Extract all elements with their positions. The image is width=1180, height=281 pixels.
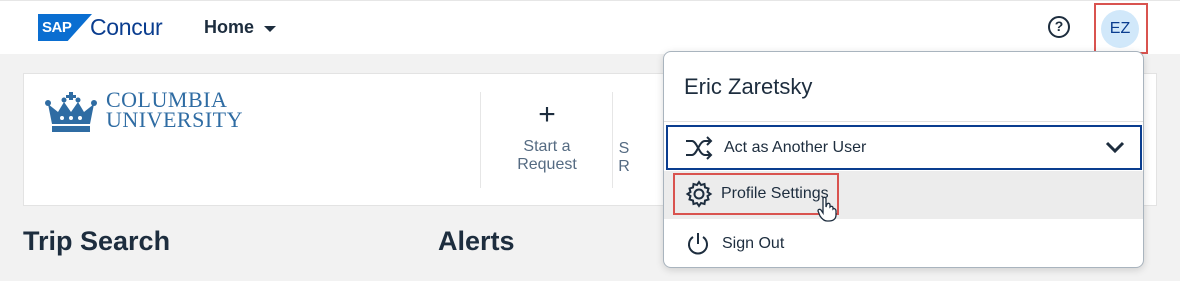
avatar[interactable]: EZ	[1101, 10, 1139, 48]
power-icon	[688, 233, 708, 255]
top-navigation-bar: SAP Concur Home ? EZ	[0, 0, 1180, 54]
profile-settings-row[interactable]: Profile Settings	[664, 171, 1143, 222]
gear-icon	[685, 180, 713, 208]
shuffle-icon	[686, 135, 713, 160]
trip-search-heading: Trip Search	[23, 226, 171, 256]
sign-out-item[interactable]: Sign Out	[664, 220, 1143, 267]
second-action-label-line2: R	[618, 158, 630, 175]
sap-concur-logo[interactable]: SAP Concur	[38, 14, 163, 41]
plus-icon: +	[538, 98, 556, 131]
start-request-label-line1: Start a	[523, 138, 571, 155]
university-logo: COLUMBIA UNIVERSITY	[44, 89, 243, 136]
sign-out-label: Sign Out	[722, 235, 785, 252]
hand-cursor-icon	[817, 196, 837, 222]
user-menu-dropdown: Eric Zaretsky Act as Another User Profil…	[663, 51, 1144, 268]
start-request-label-line2: Request	[517, 156, 577, 173]
second-action-label-line1: S	[618, 140, 630, 157]
act-as-another-user-item[interactable]: Act as Another User	[666, 125, 1142, 170]
alerts-heading: Alerts	[438, 226, 515, 256]
avatar-highlight: EZ	[1094, 3, 1148, 54]
act-as-another-user-label: Act as Another User	[724, 138, 867, 156]
chevron-down-icon[interactable]	[1104, 136, 1126, 158]
help-icon[interactable]: ?	[1048, 16, 1070, 38]
sap-badge: SAP	[38, 14, 92, 41]
caret-down-icon	[264, 25, 277, 32]
start-request-button[interactable]: + Start a Request	[492, 100, 602, 174]
brand-name: Concur	[90, 14, 163, 40]
profile-settings-item[interactable]: Profile Settings	[673, 173, 839, 215]
second-action-button[interactable]: S R	[604, 140, 644, 176]
divider	[480, 92, 481, 188]
home-menu[interactable]: Home	[204, 17, 277, 38]
crown-icon	[45, 92, 97, 132]
profile-settings-label: Profile Settings	[721, 185, 829, 202]
user-name: Eric Zaretsky	[684, 74, 813, 99]
menu-divider	[664, 121, 1143, 122]
home-label: Home	[204, 17, 255, 37]
university-name-line2: UNIVERSITY	[106, 107, 243, 132]
